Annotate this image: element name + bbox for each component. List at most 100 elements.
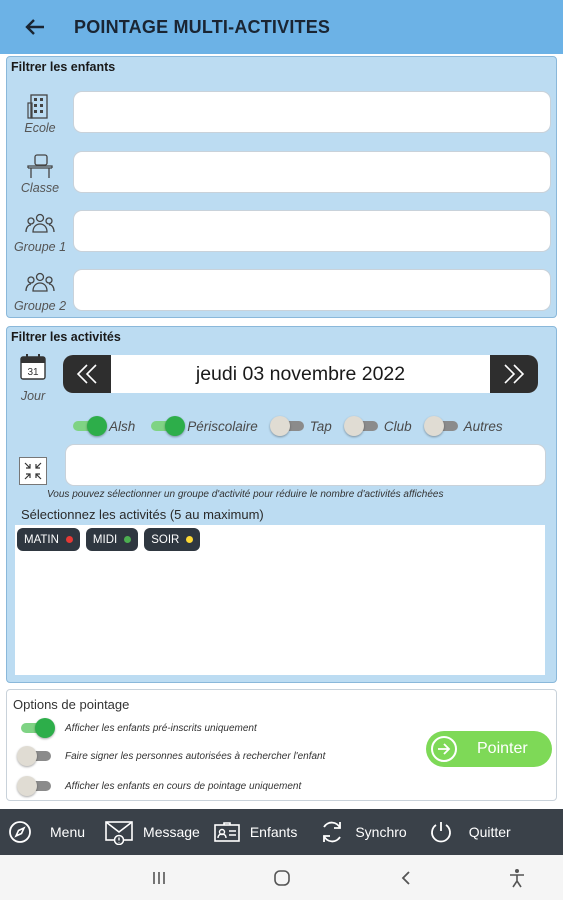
- power-icon: [430, 822, 451, 843]
- switch[interactable]: [17, 746, 55, 766]
- switch[interactable]: [69, 416, 107, 436]
- toggle-tap[interactable]: Tap: [269, 416, 332, 436]
- status-dot-icon: [124, 536, 132, 543]
- pointer-button[interactable]: Pointer: [426, 731, 552, 767]
- groupe-2-filter-label: Groupe 2: [7, 263, 73, 321]
- calendar-icon: 31: [20, 354, 46, 380]
- next-day-button[interactable]: [490, 355, 538, 393]
- option-label: Faire signer les personnes autorisées à …: [65, 750, 326, 762]
- arrow-right-circle-icon: [431, 736, 457, 762]
- menu-button[interactable]: Menu: [8, 809, 85, 855]
- switch[interactable]: [269, 416, 308, 436]
- selected-date[interactable]: jeudi 03 novembre 2022: [111, 355, 490, 393]
- collapse-group-button[interactable]: [19, 457, 47, 485]
- system-back-button[interactable]: [394, 867, 418, 889]
- pointage-options-title: Options de pointage: [13, 697, 130, 712]
- ecole-filter-label: Ecole: [7, 85, 73, 143]
- recent-apps-button[interactable]: [147, 867, 171, 889]
- filter-children-title: Filtrer les enfants: [11, 60, 116, 74]
- message-label: Message: [143, 824, 200, 840]
- toggle-label: Tap: [309, 418, 332, 434]
- filter-activities-title: Filtrer les activités: [11, 330, 121, 344]
- filter-row-ecole: Ecole: [7, 85, 556, 143]
- classe-filter-label: Classe: [7, 145, 73, 203]
- switch[interactable]: [147, 416, 186, 436]
- jour-label: Jour: [20, 389, 46, 403]
- system-navigation-bar: [0, 855, 563, 900]
- status-dot-icon: [186, 536, 194, 543]
- filter-children-panel: Filtrer les enfants Ecole Classe Groupe …: [6, 56, 557, 318]
- synchro-button[interactable]: Synchro: [319, 809, 407, 855]
- activity-chip-midi[interactable]: MIDI: [85, 528, 139, 551]
- sync-icon: [323, 821, 342, 843]
- arrow-left-icon: [25, 19, 44, 35]
- envelope-icon: [105, 821, 133, 845]
- double-chevron-left-icon: [76, 364, 97, 384]
- chip-label: MIDI: [92, 533, 118, 546]
- toggle-autres[interactable]: Autres: [423, 416, 503, 436]
- activity-chip-matin[interactable]: MATIN: [17, 528, 80, 551]
- groupe-2-field[interactable]: [73, 269, 551, 311]
- back-button[interactable]: [20, 12, 50, 42]
- home-button[interactable]: [270, 867, 294, 889]
- toggle-label: Alsh: [109, 418, 136, 434]
- activities-list[interactable]: MATIN MIDI SOIR: [15, 525, 545, 675]
- option-faire-signer[interactable]: Faire signer les personnes autorisées à …: [17, 746, 325, 766]
- activity-type-toggles: Alsh Périscolaire Tap Club Autres: [69, 415, 515, 437]
- option-preinscrits[interactable]: Afficher les enfants pré-inscrits unique…: [17, 718, 257, 738]
- app-bar: POINTAGE MULTI-ACTIVITES: [0, 0, 563, 54]
- pointer-label: Pointer: [477, 740, 528, 757]
- activity-group-hint: Vous pouvez sélectionner un groupe d'act…: [47, 489, 444, 500]
- toggle-label: Périscolaire: [187, 418, 258, 434]
- message-button[interactable]: Message: [105, 809, 200, 855]
- page-title: POINTAGE MULTI-ACTIVITES: [74, 16, 331, 37]
- building-icon: [27, 94, 48, 119]
- switch[interactable]: [343, 416, 382, 436]
- switch[interactable]: [423, 416, 462, 436]
- toggle-periscolaire[interactable]: Périscolaire: [147, 416, 258, 436]
- ecole-field[interactable]: [73, 91, 551, 133]
- toggle-label: Club: [383, 418, 412, 434]
- enfants-button[interactable]: Enfants: [214, 809, 297, 855]
- previous-day-button[interactable]: [63, 355, 111, 393]
- groupe-2-label: Groupe 2: [13, 299, 67, 313]
- calendar-number: 31: [27, 367, 39, 378]
- toggle-alsh[interactable]: Alsh: [69, 416, 135, 436]
- chevron-left-icon: [401, 871, 410, 885]
- groupe-1-field[interactable]: [73, 210, 551, 252]
- pointage-options-panel: Options de pointage Afficher les enfants…: [6, 689, 557, 801]
- group-icon: [25, 213, 55, 233]
- groupe-1-filter-label: Groupe 1: [7, 204, 73, 262]
- menu-label: Menu: [50, 824, 86, 840]
- switch[interactable]: [17, 718, 55, 738]
- activity-chip-soir[interactable]: SOIR: [144, 528, 201, 551]
- filter-row-groupe-2: Groupe 2: [7, 263, 556, 321]
- toggle-label: Autres: [463, 418, 503, 434]
- option-label: Afficher les enfants pré-inscrits unique…: [65, 722, 257, 734]
- accessibility-button[interactable]: [505, 867, 529, 889]
- double-chevron-right-icon: [504, 364, 525, 384]
- filter-activities-panel: Filtrer les activités 31 Jour jeudi 03 n…: [6, 326, 557, 683]
- classe-field[interactable]: [73, 151, 551, 193]
- desk-icon: [27, 154, 53, 178]
- date-selector: jeudi 03 novembre 2022: [63, 355, 538, 393]
- day-picker-label: 31 Jour: [15, 353, 51, 409]
- recent-apps-icon: [153, 872, 165, 884]
- quitter-button[interactable]: Quitter: [429, 809, 511, 855]
- status-dot-icon: [65, 536, 73, 543]
- groupe-1-label: Groupe 1: [13, 240, 67, 254]
- switch[interactable]: [17, 776, 55, 796]
- filter-row-classe: Classe: [7, 145, 556, 203]
- toggle-club[interactable]: Club: [343, 416, 412, 436]
- ecole-label: Ecole: [24, 121, 56, 135]
- accessibility-icon: [510, 869, 524, 888]
- chip-label: SOIR: [151, 533, 180, 546]
- option-label: Afficher les enfants en cours de pointag…: [65, 780, 302, 792]
- id-card-icon: [214, 822, 240, 842]
- activity-group-field[interactable]: [65, 444, 546, 486]
- group-icon: [25, 272, 55, 292]
- option-en-cours[interactable]: Afficher les enfants en cours de pointag…: [17, 776, 301, 796]
- select-activities-label: Sélectionnez les activités (5 au maximum…: [21, 507, 264, 522]
- enfants-label: Enfants: [249, 824, 298, 840]
- collapse-arrows-icon: [24, 462, 42, 480]
